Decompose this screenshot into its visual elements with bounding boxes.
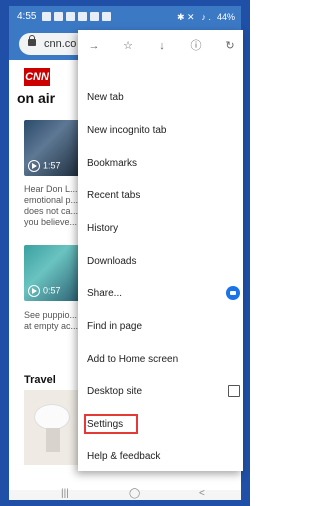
status-bar: 4:55 ✱ ✕ ♪ . 44% bbox=[9, 6, 241, 28]
menu-item-new-incognito-tab[interactable]: New incognito tab bbox=[78, 117, 243, 143]
menu-item-recent-tabs[interactable]: Recent tabs bbox=[78, 182, 243, 208]
menu-item-find-in-page[interactable]: Find in page bbox=[78, 313, 243, 339]
menu-item-share[interactable]: Share... bbox=[78, 280, 243, 306]
menu-item-help-feedback[interactable]: Help & feedback bbox=[78, 443, 243, 469]
notification-icons bbox=[42, 12, 111, 21]
duration-label: 1:57 bbox=[43, 160, 61, 171]
menu-item-settings[interactable]: Settings bbox=[78, 411, 243, 437]
forward-icon[interactable]: → bbox=[88, 40, 100, 52]
frame-left bbox=[0, 0, 9, 506]
notification-icon bbox=[102, 12, 111, 21]
section-title: on air bbox=[17, 90, 56, 106]
menu-item-history[interactable]: History bbox=[78, 215, 243, 241]
lock-icon bbox=[28, 35, 36, 46]
menu-item-label: Downloads bbox=[87, 256, 137, 267]
menu-item-label: Desktop site bbox=[87, 386, 143, 397]
duration-label: 0:57 bbox=[43, 285, 61, 296]
status-time: 4:55 bbox=[17, 11, 37, 22]
play-icon bbox=[28, 285, 40, 297]
menu-item-downloads[interactable]: Downloads bbox=[78, 248, 243, 274]
travel-heading: Travel bbox=[24, 374, 56, 386]
desktop-site-checkbox[interactable] bbox=[228, 385, 240, 397]
menu-item-new-tab[interactable]: New tab bbox=[78, 84, 243, 110]
notification-icon bbox=[66, 12, 75, 21]
article-snippet[interactable]: Hear Don L... emotional p... does not ca… bbox=[24, 184, 84, 228]
video-duration: 0:57 bbox=[28, 285, 61, 297]
menu-item-label: New tab bbox=[87, 92, 124, 103]
status-indicators: ✱ ✕ ♪ . 44% bbox=[176, 12, 235, 22]
home-button[interactable]: ◯ bbox=[129, 488, 140, 499]
vase-image bbox=[46, 428, 60, 452]
notification-icon bbox=[54, 12, 63, 21]
video-thumbnail[interactable]: 0:57 bbox=[24, 245, 82, 301]
menu-item-label: Share... bbox=[87, 288, 123, 299]
menu-icon-row: → ☆ ↓ ⓘ ↻ bbox=[78, 30, 243, 66]
recents-button[interactable]: ||| bbox=[61, 488, 69, 499]
flower-image bbox=[34, 404, 70, 430]
overflow-menu: → ☆ ↓ ⓘ ↻ New tab New incognito tab Book… bbox=[78, 30, 243, 471]
notification-icon bbox=[90, 12, 99, 21]
cnn-logo[interactable]: CNN bbox=[24, 68, 50, 86]
back-button[interactable]: < bbox=[199, 488, 205, 499]
menu-item-label: New incognito tab bbox=[87, 125, 167, 136]
menu-item-label: History bbox=[87, 223, 119, 234]
menu-item-label: Find in page bbox=[87, 321, 143, 332]
menu-item-label: Recent tabs bbox=[87, 190, 141, 201]
video-thumbnail[interactable]: 1:57 bbox=[24, 120, 82, 176]
travel-image[interactable] bbox=[24, 390, 82, 465]
play-icon bbox=[28, 160, 40, 172]
video-duration: 1:57 bbox=[28, 160, 61, 172]
menu-item-label: Settings bbox=[87, 419, 124, 430]
article-snippet[interactable]: See puppio... at empty ac... bbox=[24, 310, 84, 332]
refresh-icon[interactable]: ↻ bbox=[224, 40, 236, 52]
system-nav-bar: ||| ◯ < bbox=[9, 488, 241, 500]
download-icon[interactable]: ↓ bbox=[156, 40, 168, 52]
bookmark-star-icon[interactable]: ☆ bbox=[122, 40, 134, 52]
menu-item-bookmarks[interactable]: Bookmarks bbox=[78, 150, 243, 176]
url-text: cnn.co bbox=[44, 38, 77, 50]
menu-item-add-to-home-screen[interactable]: Add to Home screen bbox=[78, 346, 243, 372]
menu-item-label: Help & feedback bbox=[87, 451, 161, 462]
frame-bottom bbox=[0, 500, 250, 506]
share-app-icon[interactable] bbox=[226, 286, 240, 300]
menu-item-label: Bookmarks bbox=[87, 158, 138, 169]
notification-icon bbox=[42, 12, 51, 21]
notification-icon bbox=[78, 12, 87, 21]
menu-item-label: Add to Home screen bbox=[87, 354, 179, 365]
info-icon[interactable]: ⓘ bbox=[190, 40, 202, 52]
menu-item-desktop-site[interactable]: Desktop site bbox=[78, 378, 243, 404]
